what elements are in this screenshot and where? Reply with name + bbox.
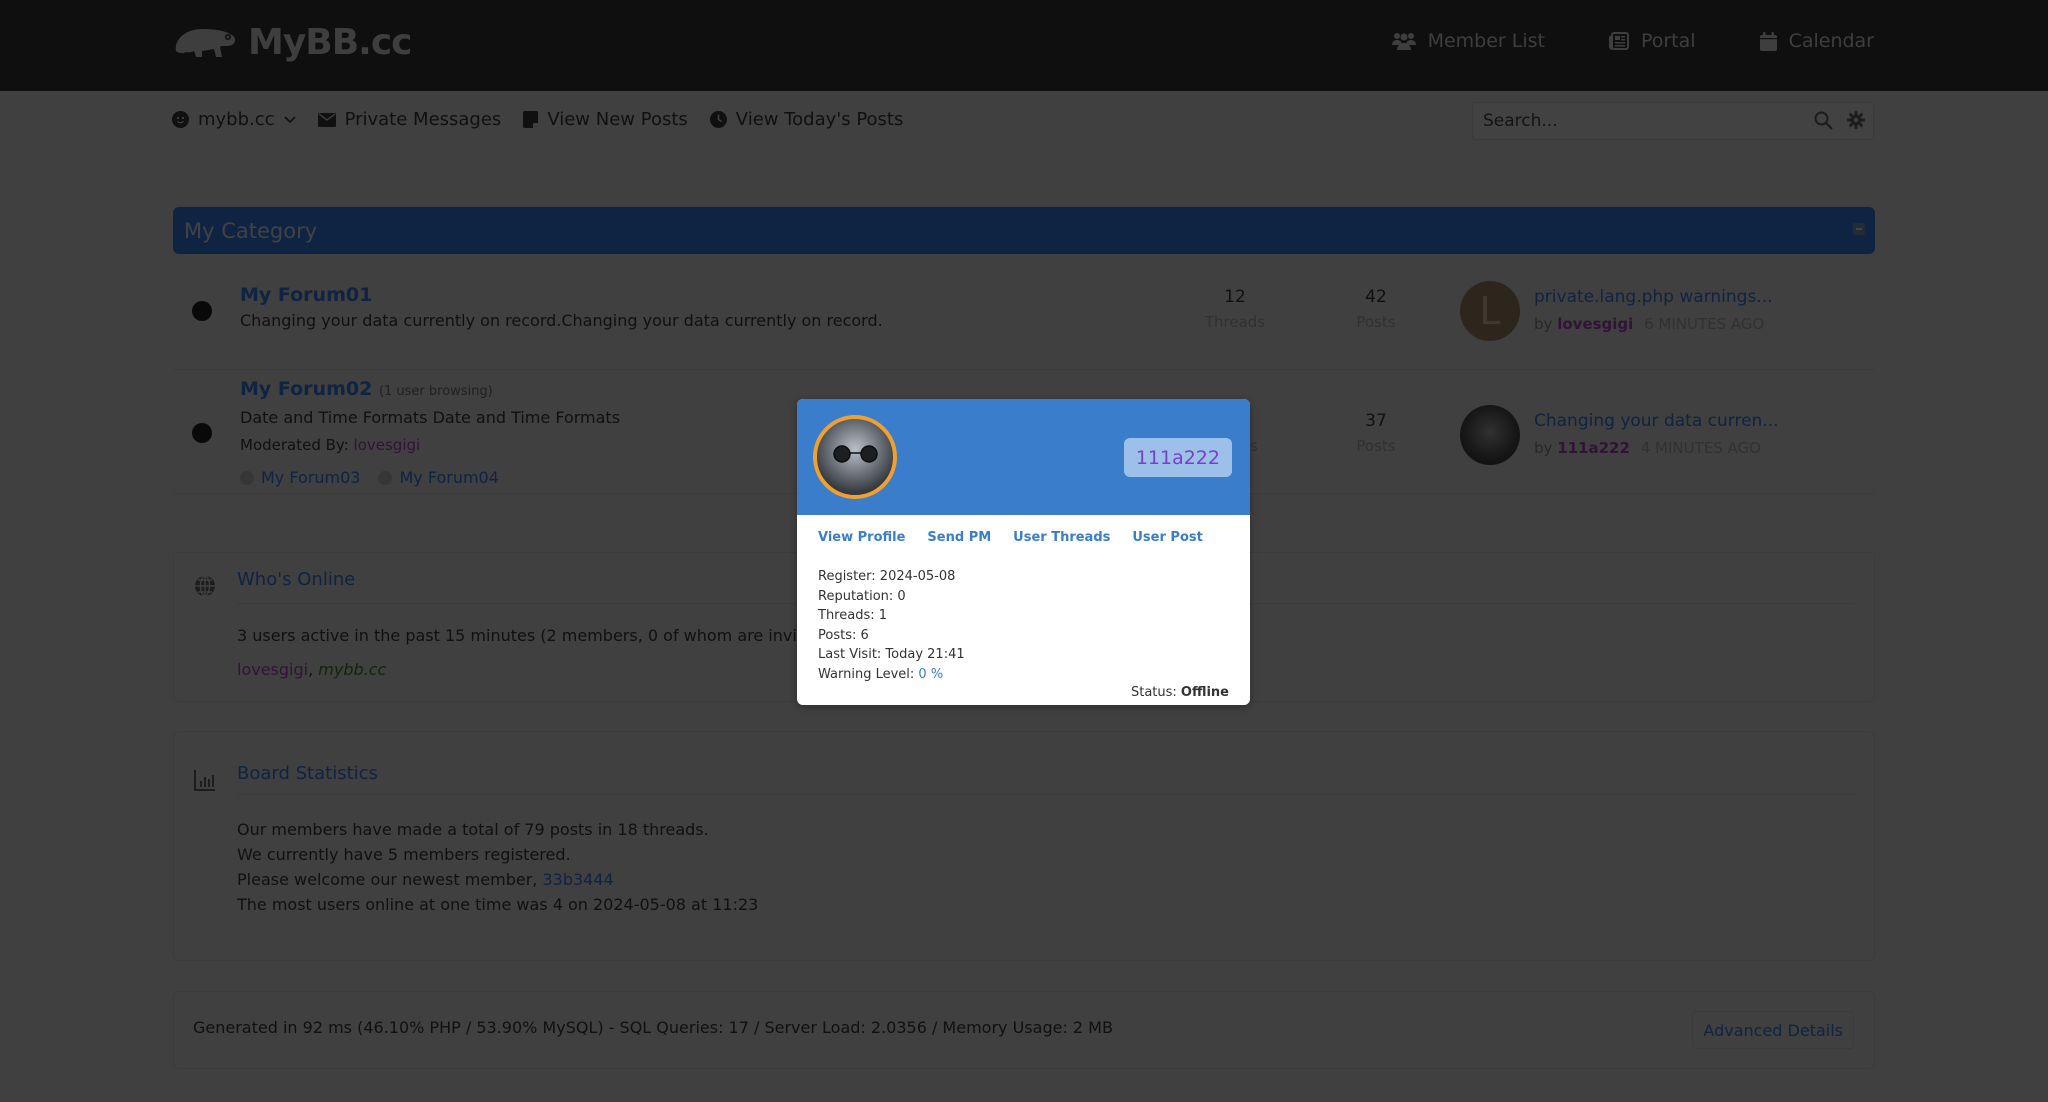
reputation: Reputation: 0 xyxy=(818,588,906,604)
register-date: Register: 2024-05-08 xyxy=(818,569,956,584)
status-label: Status: xyxy=(1130,685,1181,700)
avatar-image xyxy=(833,445,878,463)
view-profile-link[interactable]: View Profile xyxy=(818,530,905,545)
online-status: Status: Offline xyxy=(1131,685,1229,700)
popup-username[interactable]: 111a222 xyxy=(1123,438,1232,477)
last-visit: Last Visit: Today 21:41 xyxy=(818,647,965,663)
warning-value[interactable]: 0 % xyxy=(918,667,943,682)
popup-header: 111a222 xyxy=(797,399,1250,515)
status-value: Offline xyxy=(1180,685,1229,700)
popup-actions: View Profile Send PM User Threads User P… xyxy=(818,530,1203,545)
warning-level: Warning Level: 0 % xyxy=(818,665,965,685)
user-threads-link[interactable]: User Threads xyxy=(1013,530,1110,545)
thread-count: Threads: 1 xyxy=(818,608,888,624)
warning-label: Warning Level: xyxy=(818,666,919,682)
popup-details: Register: 2024-05-08 Reputation: 0 Threa… xyxy=(818,567,965,685)
send-pm-link[interactable]: Send PM xyxy=(927,530,991,545)
user-avatar[interactable] xyxy=(813,415,897,499)
post-count: Posts: 6 xyxy=(818,627,869,643)
user-posts-link[interactable]: User Post xyxy=(1132,530,1202,545)
user-popup-card: 111a222 View Profile Send PM User Thread… xyxy=(797,399,1250,705)
